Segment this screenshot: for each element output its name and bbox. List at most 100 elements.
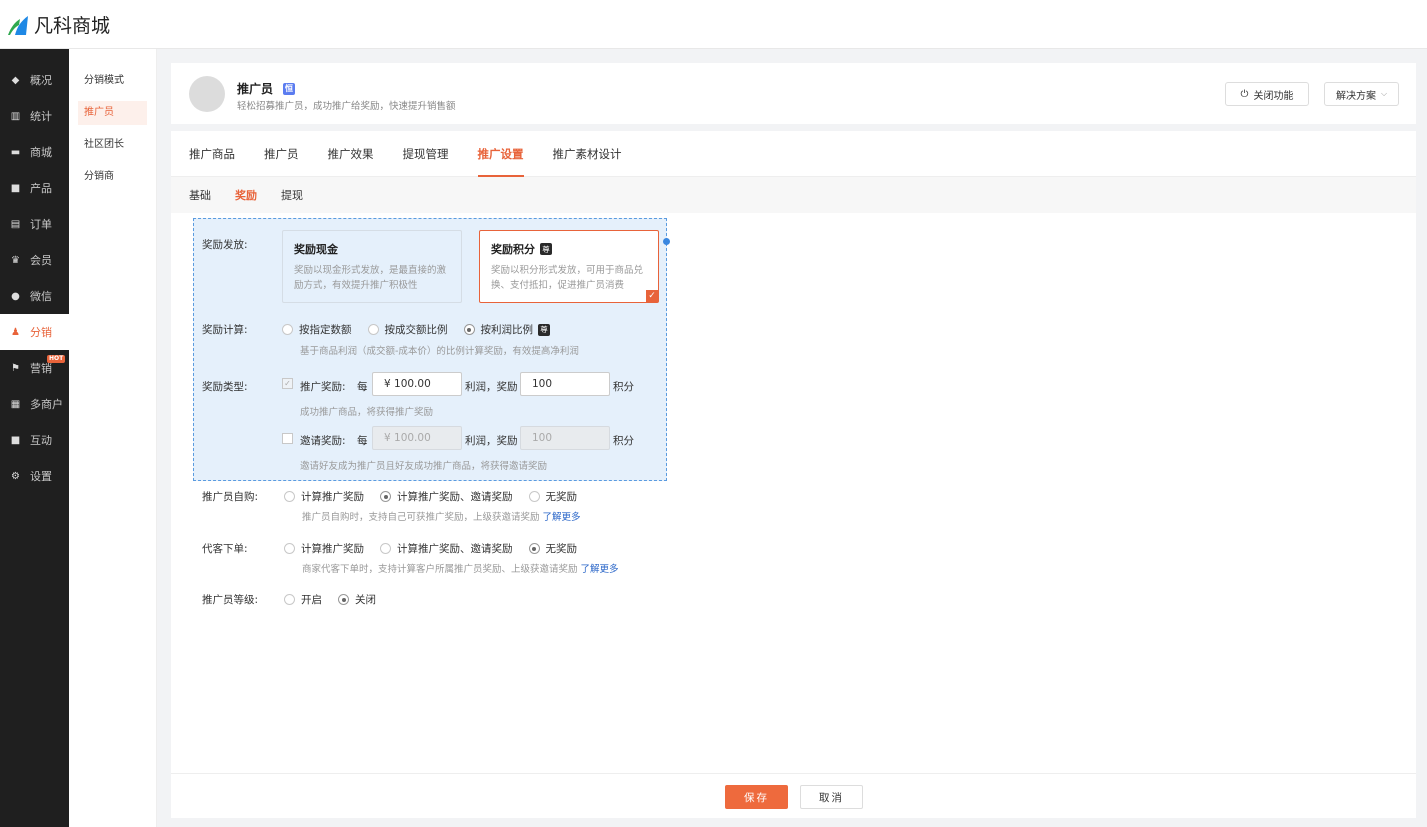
radio-proxy-none[interactable]: 无奖励 <box>528 541 577 556</box>
self-buy-hint: 推广员自购时，支持自己可获推广奖励，上级获邀请奖励 了解更多 <box>302 509 581 523</box>
content-card: 推广商品 推广员 推广效果 提现管理 推广设置 推广素材设计 基础 奖励 提现 … <box>171 131 1416 818</box>
sidebar-item-overview[interactable]: ◆ 概况 <box>0 62 69 98</box>
radio-self-promo-invite[interactable]: 计算推广奖励、邀请奖励 <box>380 489 513 504</box>
radio-label: 按指定数额 <box>299 324 352 336</box>
radio-label: 计算推广奖励、邀请奖励 <box>397 543 513 555</box>
sidebar-item-settings[interactable]: ⚙ 设置 <box>0 458 69 494</box>
flag-icon: ⚑ <box>11 362 20 374</box>
radio-circle-checked <box>528 543 540 554</box>
page-description: 轻松招募推广员，成功推广给奖励，快速提升销售额 <box>237 101 456 112</box>
sidebar-item-wechat[interactable]: ● 微信 <box>0 278 69 314</box>
radio-self-none[interactable]: 无奖励 <box>528 489 577 504</box>
wechat-icon: ● <box>11 290 20 302</box>
sidebar-item-label: 统计 <box>30 110 52 123</box>
tab-promo-products[interactable]: 推广商品 <box>189 131 235 177</box>
invite-reward-checkbox[interactable] <box>282 433 293 444</box>
promoter-level-label: 推广员等级: <box>202 594 259 606</box>
close-feature-label: 关闭功能 <box>1253 90 1294 102</box>
page-title-text: 推广员 <box>237 82 274 96</box>
crown-icon: ♛ <box>11 254 20 266</box>
promo-amount-input[interactable]: ¥ 100.00 <box>372 372 462 396</box>
invite-reward-hint: 邀请好友成为推广员且好友成功推广商品，将获得邀请奖励 <box>300 461 548 472</box>
radio-profit-ratio[interactable]: 按利润比例尊 <box>463 322 550 337</box>
radio-sales-ratio[interactable]: 按成交额比例 <box>367 322 448 337</box>
save-button[interactable]: 保存 <box>725 785 788 809</box>
chevron-down-icon: ⌵ <box>1380 89 1388 98</box>
power-icon: ⏻ <box>1240 88 1249 100</box>
sidebar-item-interact[interactable]: ■ 互动 <box>0 422 69 458</box>
learn-more-link[interactable]: 了解更多 <box>543 512 581 523</box>
close-feature-button[interactable]: ⏻ 关闭功能 <box>1225 82 1309 106</box>
subnav-item-promoter[interactable]: 推广员 <box>78 101 147 125</box>
sidebar-item-distribution[interactable]: ♟ 分销 <box>0 314 69 350</box>
tab-promo-material[interactable]: 推广素材设计 <box>553 131 622 177</box>
promoter-level-radios: 开启 关闭 <box>284 592 392 607</box>
sidebar-item-store[interactable]: ▬ 商城 <box>0 134 69 170</box>
radio-fixed-amount[interactable]: 按指定数额 <box>282 322 352 337</box>
invite-amount-input[interactable]: ¥ 100.00 <box>372 426 462 450</box>
radio-proxy-promo-invite[interactable]: 计算推广奖励、邀请奖励 <box>380 541 513 556</box>
sidebar-item-label: 商城 <box>30 146 52 159</box>
logo[interactable]: 凡科商城 <box>6 11 110 38</box>
radio-self-promo[interactable]: 计算推广奖励 <box>284 489 364 504</box>
promo-reward-checkbox[interactable]: ✓ <box>282 378 293 389</box>
radio-label: 计算推广奖励 <box>301 491 364 503</box>
reward-points-title-text: 奖励积分 <box>491 243 535 256</box>
sidebar-item-multi-merchant[interactable]: ▦ 多商户 <box>0 386 69 422</box>
reward-cash-title: 奖励现金 <box>294 243 338 256</box>
page-title: 推广员 恒 <box>237 80 296 97</box>
sub-nav: 分销模式 推广员 社区团长 分销商 <box>69 49 157 827</box>
radio-circle <box>284 543 295 554</box>
subnav-item-community-leader[interactable]: 社区团长 <box>78 133 147 157</box>
invite-mid-label: 利润，奖励 <box>465 435 518 447</box>
graduation-cap-icon: ◆ <box>11 74 20 86</box>
cancel-button[interactable]: 取消 <box>800 785 863 809</box>
reward-points-card[interactable]: 奖励积分尊 奖励以积分形式发放，可用于商品兑换、支付抵扣，促进推广员消费 ✓ <box>479 230 659 303</box>
self-buy-label: 推广员自购: <box>202 491 259 503</box>
sidebar: ◆ 概况 ▥ 统计 ▬ 商城 ■ 产品 ▤ 订单 ♛ 会员 ● 微信 ♟ 分销 ⚑ 营销 HOT ▦… <box>0 49 69 827</box>
solution-dropdown[interactable]: 解决方案 ⌵ <box>1324 82 1399 106</box>
interact-icon: ■ <box>10 434 21 446</box>
radio-circle <box>284 594 295 605</box>
promo-points-input[interactable]: 100 <box>520 372 610 396</box>
reward-type-label: 奖励类型: <box>202 381 248 393</box>
sidebar-item-label: 多商户 <box>30 398 63 411</box>
sidebar-item-stats[interactable]: ▥ 统计 <box>0 98 69 134</box>
reward-points-title: 奖励积分尊 <box>491 241 552 257</box>
feature-header: 推广员 恒 轻松招募推广员，成功推广给奖励，快速提升销售额 ⏻ 关闭功能 解决方… <box>171 63 1416 124</box>
invite-points-input[interactable]: 100 <box>520 426 610 450</box>
subtab-reward[interactable]: 奖励 <box>235 187 257 203</box>
tab-withdraw-manage[interactable]: 提现管理 <box>403 131 449 177</box>
order-icon: ▤ <box>10 218 21 230</box>
radio-proxy-promo[interactable]: 计算推广奖励 <box>284 541 364 556</box>
tab-promo-settings[interactable]: 推广设置 <box>477 131 524 177</box>
self-buy-radios: 计算推广奖励 计算推广奖励、邀请奖励 无奖励 <box>284 489 593 504</box>
subtab-withdraw[interactable]: 提现 <box>281 187 303 203</box>
sidebar-item-label: 订单 <box>30 218 52 231</box>
tab-promoters[interactable]: 推广员 <box>264 131 299 177</box>
subtab-basic[interactable]: 基础 <box>189 187 211 203</box>
promo-unit-label: 积分 <box>613 381 634 393</box>
premium-badge: 尊 <box>540 243 552 255</box>
radio-circle <box>528 491 540 502</box>
reward-cash-card[interactable]: 奖励现金 奖励以现金形式发放，是最直接的激励方式，有效提升推广积极性 <box>282 230 462 303</box>
radio-circle <box>380 543 391 554</box>
sidebar-item-members[interactable]: ♛ 会员 <box>0 242 69 278</box>
radio-circle-checked <box>338 594 349 605</box>
radio-level-off[interactable]: 关闭 <box>338 592 376 607</box>
resize-handle[interactable] <box>663 238 670 245</box>
promo-each-label: 每 <box>357 381 368 393</box>
subnav-item-distributor[interactable]: 分销商 <box>78 165 147 189</box>
reward-calc-radios: 按指定数额 按成交额比例 按利润比例尊 <box>282 322 566 337</box>
sidebar-item-products[interactable]: ■ 产品 <box>0 170 69 206</box>
sidebar-item-orders[interactable]: ▤ 订单 <box>0 206 69 242</box>
learn-more-link[interactable]: 了解更多 <box>581 564 619 575</box>
radio-circle-checked <box>380 491 391 502</box>
subnav-item-mode[interactable]: 分销模式 <box>78 69 147 93</box>
sidebar-item-marketing[interactable]: ⚑ 营销 HOT <box>0 350 69 386</box>
radio-level-on[interactable]: 开启 <box>284 592 322 607</box>
reward-issue-label: 奖励发放: <box>202 239 248 251</box>
tab-promo-effect[interactable]: 推广效果 <box>328 131 374 177</box>
premium-badge: 尊 <box>538 323 550 336</box>
reward-calc-hint: 基于商品利润（成交额-成本价）的比例计算奖励，有效提高净利润 <box>300 346 579 357</box>
